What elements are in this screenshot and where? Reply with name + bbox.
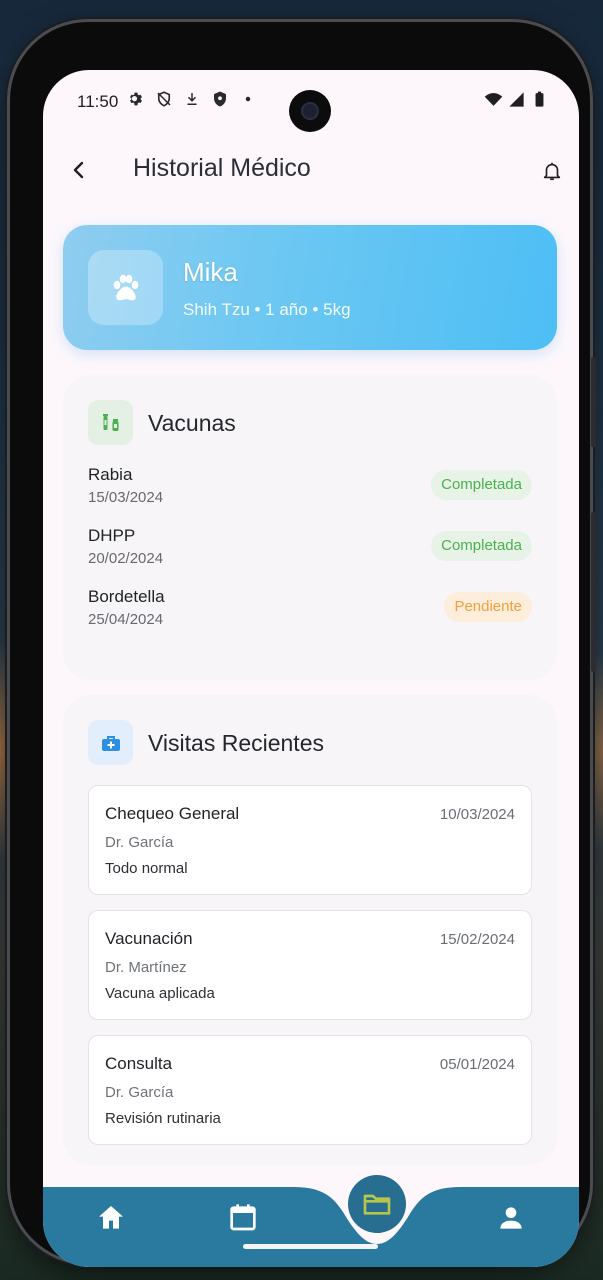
visit-type: Consulta bbox=[105, 1054, 173, 1073]
screen: 11:50 Historial Médico Mika Shih Tzu • 1… bbox=[43, 70, 579, 1267]
vaccine-name: DHPP bbox=[88, 526, 136, 545]
calendar-icon bbox=[230, 1204, 256, 1231]
settings-icon bbox=[130, 92, 142, 106]
download-icon bbox=[187, 93, 197, 105]
visit-note: Todo normal bbox=[105, 860, 188, 877]
vaccine-name: Rabia bbox=[88, 465, 133, 484]
status-time: 11:50 bbox=[77, 92, 119, 111]
medical-kit-icon bbox=[101, 735, 120, 751]
folder-icon bbox=[363, 1194, 391, 1215]
pet-avatar bbox=[88, 250, 163, 325]
status-badge: Completada bbox=[431, 470, 532, 500]
visit-note: Revisión rutinaria bbox=[105, 1110, 221, 1127]
page-title: Historial Médico bbox=[133, 154, 311, 182]
dot-icon bbox=[245, 96, 251, 102]
paw-icon bbox=[113, 274, 138, 300]
visit-doctor: Dr. Martínez bbox=[105, 959, 187, 976]
battery-icon bbox=[535, 91, 544, 107]
visit-card[interactable]: Vacunación 15/02/2024 Dr. Martínez Vacun… bbox=[88, 910, 532, 1020]
vaccine-date: 15/03/2024 bbox=[88, 489, 164, 506]
vaccine-vials-icon bbox=[102, 413, 118, 431]
phone-frame: 11:50 Historial Médico Mika Shih Tzu • 1… bbox=[10, 22, 596, 1267]
pet-profile-card[interactable]: Mika Shih Tzu • 1 año • 5kg bbox=[63, 225, 557, 350]
bottom-nav bbox=[43, 1175, 579, 1267]
person-icon bbox=[500, 1207, 522, 1229]
nav-profile[interactable] bbox=[493, 1200, 529, 1236]
pet-info: Shih Tzu • 1 año • 5kg bbox=[183, 300, 351, 319]
home-indicator[interactable] bbox=[243, 1244, 378, 1249]
visits-title: Visitas Recientes bbox=[148, 730, 324, 756]
app-bar: Historial Médico bbox=[43, 142, 579, 198]
volume-button bbox=[591, 512, 596, 672]
vaccine-name: Bordetella bbox=[88, 587, 165, 606]
visit-date: 15/02/2024 bbox=[439, 931, 515, 948]
visits-section: Visitas Recientes Chequeo General 10/03/… bbox=[63, 695, 557, 1165]
pet-name: Mika bbox=[183, 257, 238, 287]
nav-home[interactable] bbox=[93, 1200, 129, 1236]
vaccines-section-icon bbox=[88, 400, 133, 445]
vaccines-title: Vacunas bbox=[148, 410, 236, 436]
nav-calendar[interactable] bbox=[225, 1198, 261, 1236]
notification-bell-icon[interactable] bbox=[541, 160, 563, 182]
visit-note: Vacuna aplicada bbox=[105, 985, 215, 1002]
back-arrow-icon[interactable] bbox=[67, 158, 91, 182]
vaccine-date: 25/04/2024 bbox=[88, 611, 164, 628]
nav-records[interactable] bbox=[348, 1175, 406, 1233]
visit-doctor: Dr. García bbox=[105, 1084, 174, 1101]
visit-card[interactable]: Chequeo General 10/03/2024 Dr. García To… bbox=[88, 785, 532, 895]
status-system-icons bbox=[484, 90, 549, 109]
status-badge: Completada bbox=[431, 531, 532, 561]
status-badge: Pendiente bbox=[444, 592, 532, 622]
vaccine-row[interactable]: Rabia 15/03/2024 Completada bbox=[88, 465, 532, 515]
visit-type: Vacunación bbox=[105, 929, 193, 948]
visit-date: 10/03/2024 bbox=[439, 806, 515, 823]
signal-icon bbox=[509, 92, 524, 107]
vaccine-row[interactable]: Bordetella 25/04/2024 Pendiente bbox=[88, 587, 532, 637]
vaccines-section: Vacunas Rabia 15/03/2024 Completada DHPP… bbox=[63, 375, 557, 680]
status-notification-icons bbox=[127, 90, 257, 108]
visit-date: 05/01/2024 bbox=[439, 1056, 515, 1073]
wifi-icon bbox=[484, 93, 503, 106]
vaccine-row[interactable]: DHPP 20/02/2024 Completada bbox=[88, 526, 532, 576]
vaccine-date: 20/02/2024 bbox=[88, 550, 164, 567]
home-icon bbox=[99, 1206, 123, 1229]
visit-type: Chequeo General bbox=[105, 804, 240, 823]
visit-card[interactable]: Consulta 05/01/2024 Dr. García Revisión … bbox=[88, 1035, 532, 1145]
status-bar: 11:50 bbox=[43, 70, 579, 134]
shield-outline-icon bbox=[157, 91, 171, 107]
visit-doctor: Dr. García bbox=[105, 834, 174, 851]
front-camera bbox=[289, 90, 331, 132]
power-button bbox=[591, 357, 596, 447]
visits-section-icon bbox=[88, 720, 133, 765]
shield-icon bbox=[214, 91, 226, 107]
